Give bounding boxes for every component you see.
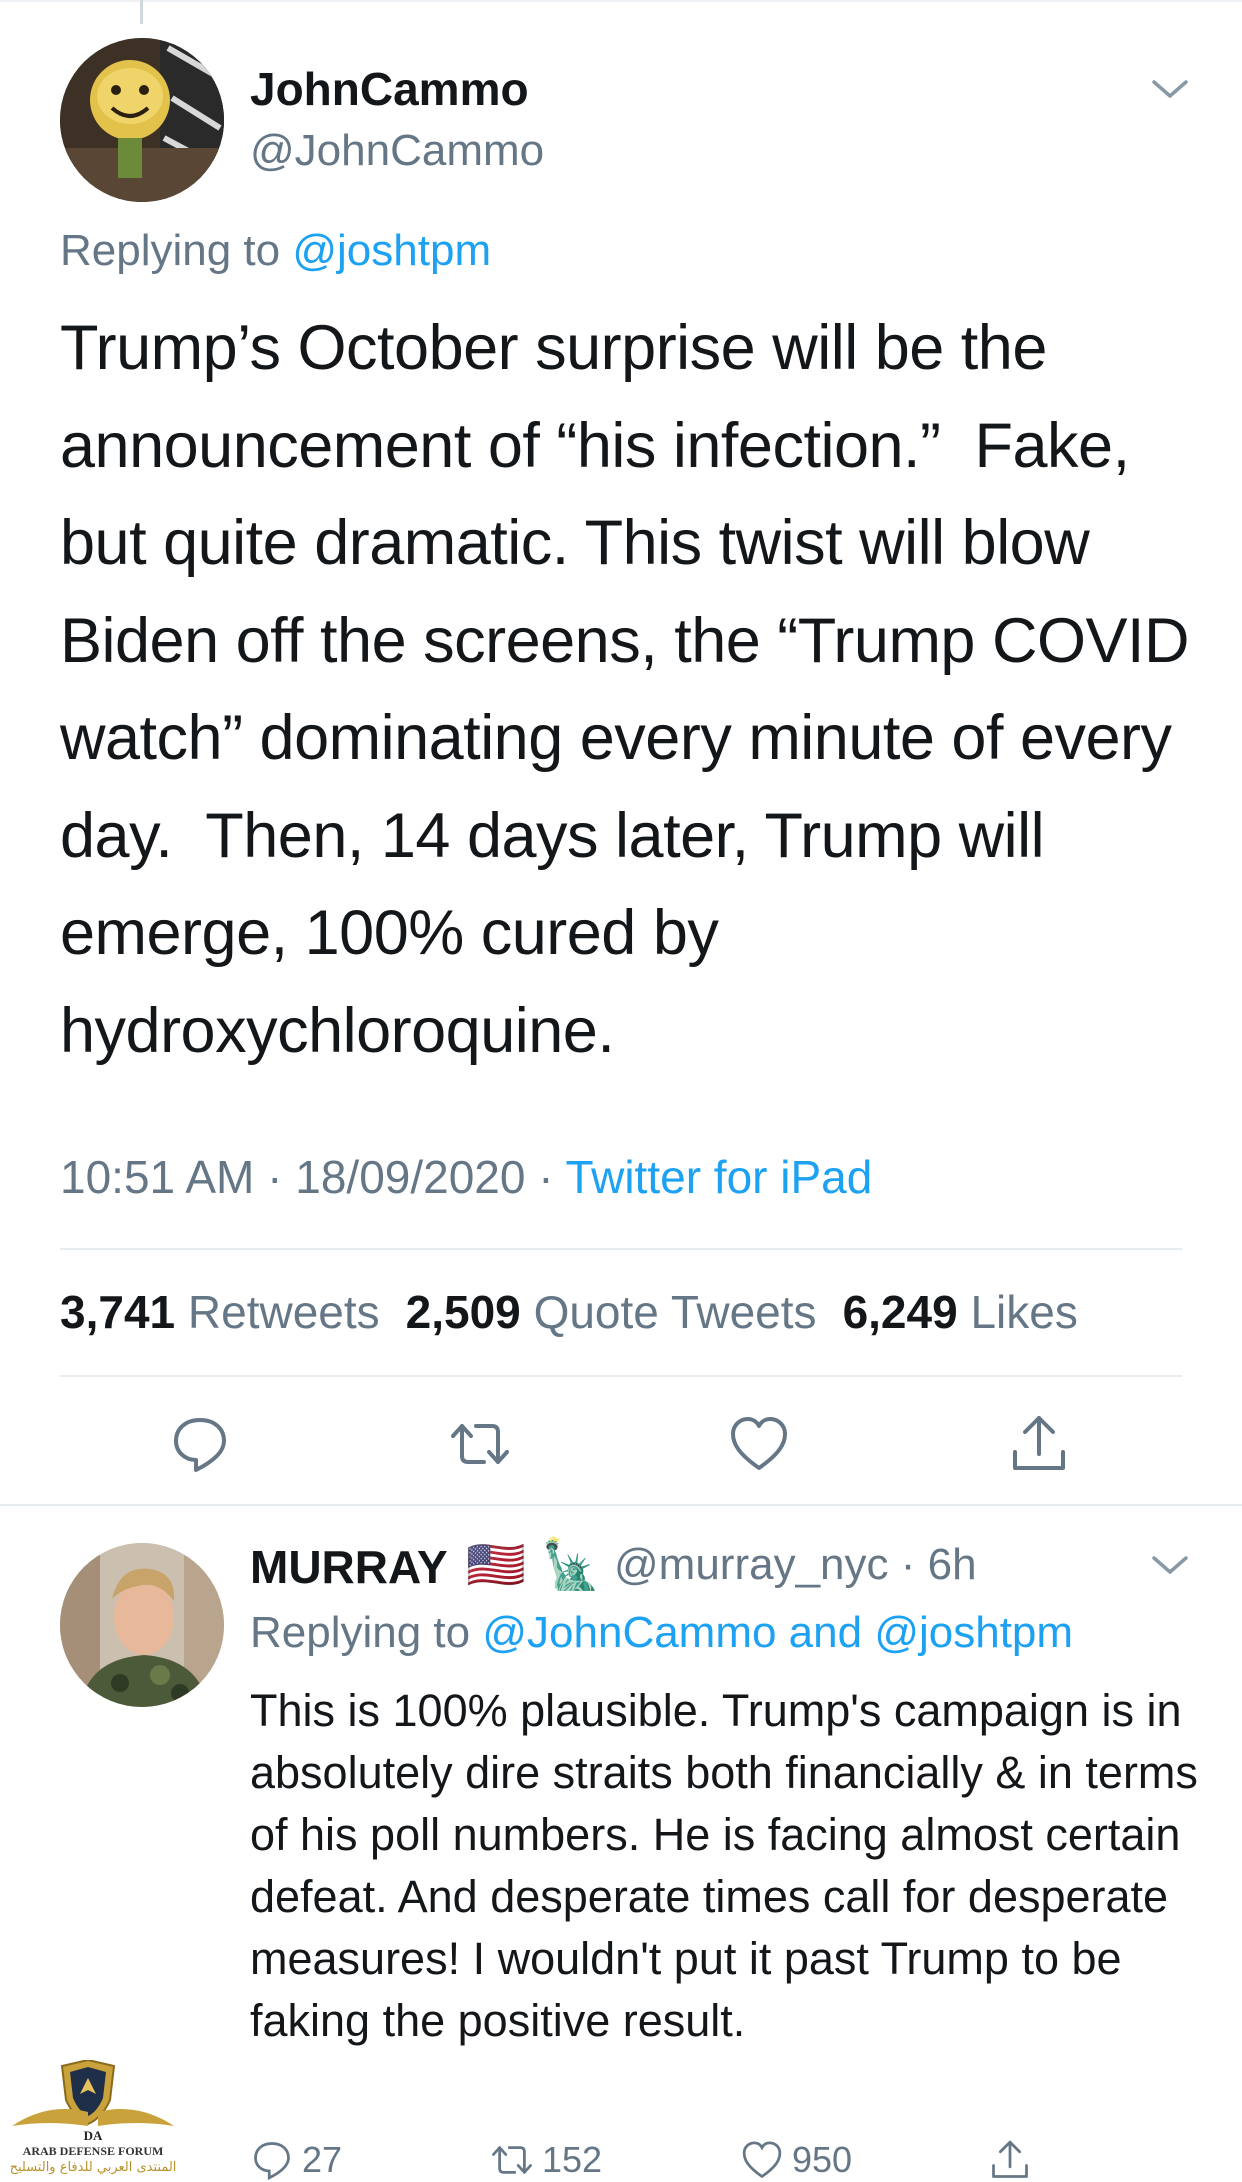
watermark-subtitle: المنتدى العربي للدفاع والتسليح (9, 2160, 177, 2175)
retweets-label: Retweets (187, 1286, 380, 1338)
logo-letters: DA (84, 2128, 103, 2142)
meta-separator: · (888, 1540, 928, 1589)
display-name[interactable]: JohnCammo (250, 62, 529, 116)
replying-prefix: Replying to (60, 226, 293, 275)
tweet-time[interactable]: 6h (928, 1540, 977, 1589)
likes-stat[interactable]: 6,249 Likes (843, 1286, 1078, 1338)
replying-to-link[interactable]: @JohnCammo and @joshtpm (482, 1608, 1073, 1657)
tweet-text: This is 100% plausible. Trump's campaign… (250, 1685, 1211, 2046)
divider (60, 1248, 1182, 1250)
meta-separator: · (525, 1151, 566, 1203)
avatar[interactable] (60, 38, 224, 202)
replying-to-link[interactable]: @joshtpm (292, 226, 491, 275)
likes-count: 6,249 (842, 1286, 958, 1338)
avatar-image (60, 38, 224, 202)
replying-to: Replying to @JohnCammo and @joshtpm (250, 1608, 1073, 1658)
avatar[interactable] (60, 1543, 224, 1707)
tweet-text: Trump’s October surprise will be the ann… (60, 313, 1207, 1066)
reply-action[interactable]: 27 (250, 2139, 342, 2181)
retweet-icon[interactable] (448, 1412, 512, 1476)
likes-label: Likes (970, 1286, 1078, 1338)
reply-icon (254, 2142, 290, 2181)
reply-handle-time: @murray_nyc · 6h (614, 1540, 977, 1590)
reply-icon[interactable] (168, 1412, 232, 1476)
user-handle[interactable]: @JohnCammo (250, 126, 544, 176)
tweet-time[interactable]: 10:51 AM (60, 1151, 254, 1203)
tweet-source[interactable]: Twitter for iPad (566, 1151, 873, 1203)
avatar-image (60, 1543, 224, 1707)
retweet-action[interactable]: 152 (490, 2139, 602, 2180)
replying-prefix: Replying to (250, 1608, 483, 1657)
display-name[interactable]: MURRAY (250, 1540, 448, 1594)
share-icon[interactable] (1007, 1412, 1071, 1476)
tweet-stats: 3,741 Retweets 2,509 Quote Tweets 6,249 Li… (60, 1285, 1078, 1339)
top-border (0, 0, 1242, 2)
thread-connector-line (140, 0, 143, 24)
user-handle[interactable]: @murray_nyc (614, 1540, 889, 1589)
heart-icon (742, 2141, 782, 2179)
retweet-icon (492, 2146, 532, 2174)
chevron-down-icon[interactable] (1150, 74, 1190, 104)
tweet-date[interactable]: 18/09/2020 (295, 1151, 525, 1203)
divider (60, 1375, 1182, 1377)
meta-separator: · (254, 1151, 296, 1203)
share-action[interactable] (988, 2140, 1032, 2180)
chevron-down-icon[interactable] (1150, 1550, 1190, 1580)
retweets-stat[interactable]: 3,741 Retweets (60, 1286, 380, 1338)
quote-tweets-label: Quote Tweets (533, 1286, 817, 1338)
share-icon (992, 2140, 1028, 2178)
like-action[interactable]: 950 (740, 2139, 852, 2180)
watermark-title: ARAB DEFENSE FORUM (22, 2144, 164, 2158)
watermark-logo: DA ARAB DEFENSE FORUM المنتدى العربي للد… (8, 2052, 176, 2175)
wings-icon: DA (12, 2109, 174, 2142)
tweet-separator (0, 1504, 1242, 1506)
heart-icon[interactable] (727, 1412, 791, 1476)
tweet-meta: 10:51 AM · 18/09/2020 · Twitter for iPad (60, 1150, 872, 1204)
quote-tweets-stat[interactable]: 2,509 Quote Tweets (406, 1286, 817, 1338)
name-emojis: 🇺🇸 🗽 (466, 1537, 601, 1593)
quote-tweets-count: 2,509 (405, 1286, 521, 1338)
replying-to: Replying to @joshtpm (60, 226, 491, 276)
retweets-count: 3,741 (60, 1286, 176, 1338)
